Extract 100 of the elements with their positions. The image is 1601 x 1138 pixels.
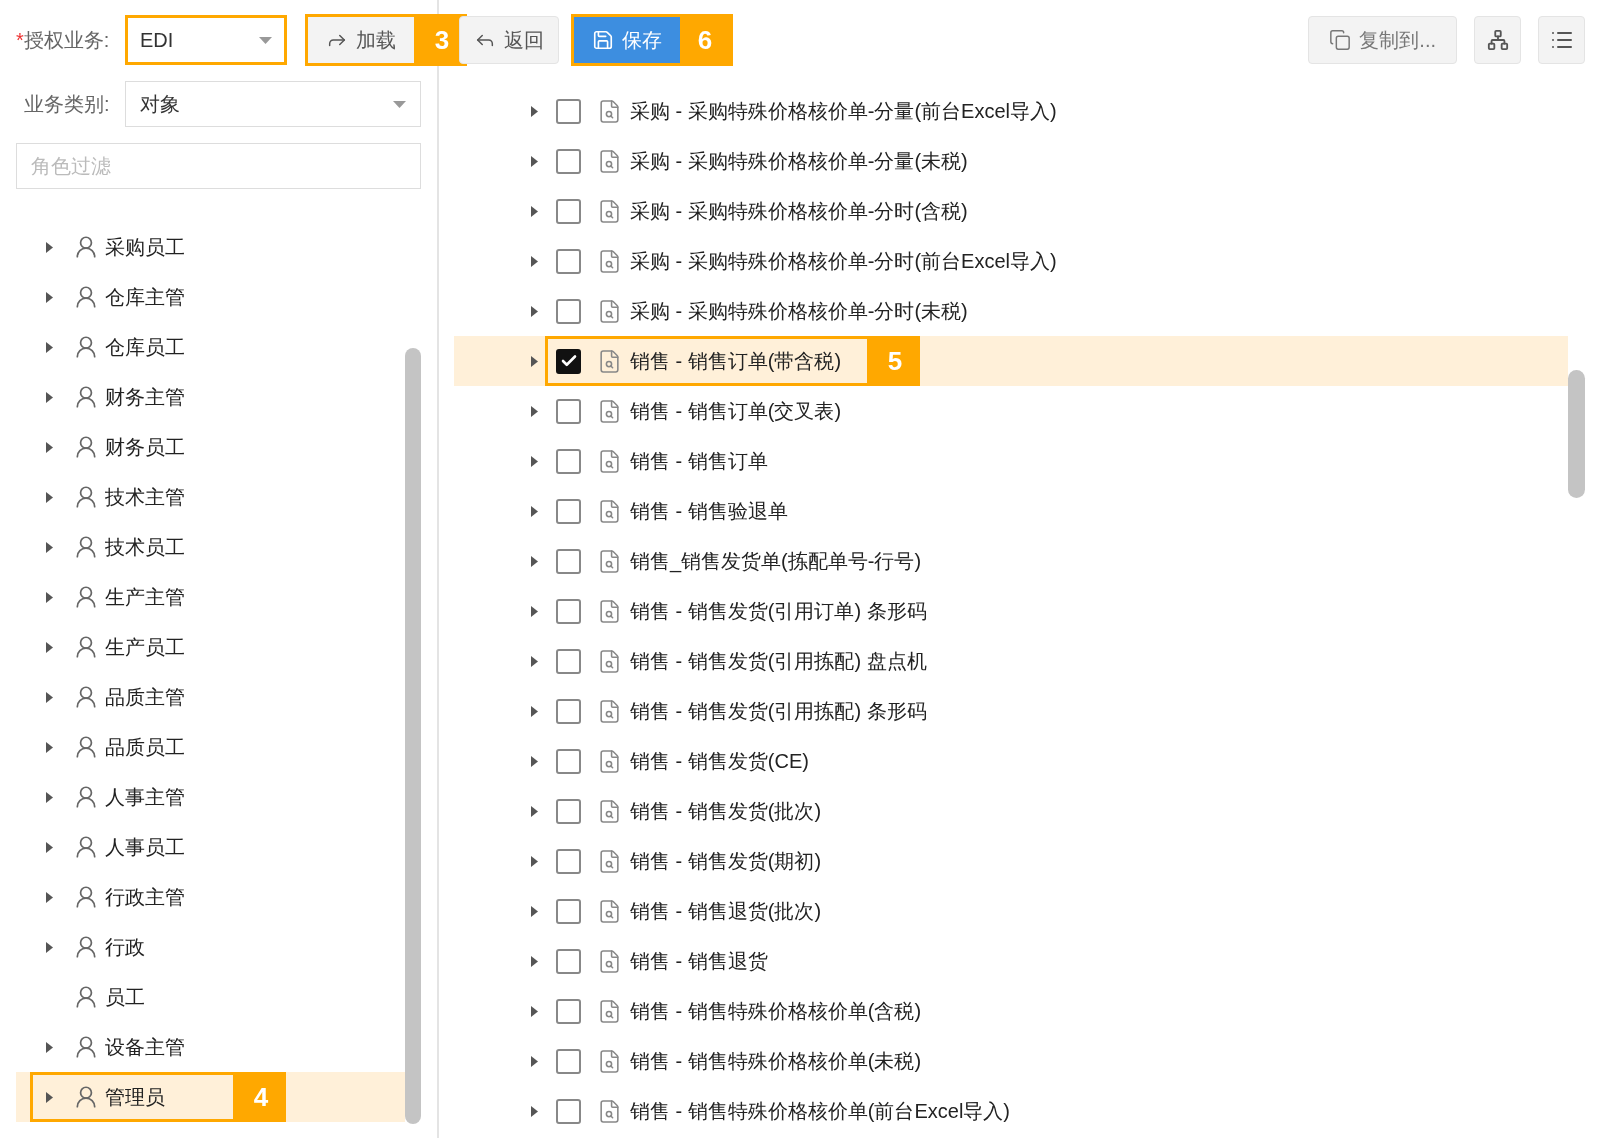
caret-icon[interactable] [531, 1105, 538, 1117]
caret-icon[interactable] [46, 341, 53, 353]
role-row[interactable]: 人事员工 [16, 822, 405, 872]
caret-icon[interactable] [531, 955, 538, 967]
caret-icon[interactable] [46, 891, 53, 903]
object-row[interactable]: 采购 - 采购特殊价格核价单-分量(前台Excel导入) [454, 86, 1568, 136]
role-row[interactable]: 生产员工 [16, 622, 405, 672]
load-button[interactable]: 加载 [305, 14, 417, 66]
checkbox[interactable] [556, 98, 581, 124]
checkbox[interactable] [556, 148, 581, 174]
object-row[interactable]: 销售 - 销售订单(交叉表) [454, 386, 1568, 436]
caret-icon[interactable] [531, 605, 538, 617]
role-row[interactable]: 设备主管 [16, 1022, 405, 1072]
checkbox[interactable] [556, 498, 581, 524]
checkbox[interactable] [556, 898, 581, 924]
checkbox[interactable] [556, 548, 581, 574]
role-row[interactable]: 行政 [16, 922, 405, 972]
object-row[interactable]: 销售 - 销售发货(引用拣配) 条形码 [454, 686, 1568, 736]
object-row[interactable]: 销售 - 销售发货(CE) [454, 736, 1568, 786]
object-row[interactable]: 采购 - 采购特殊价格核价单-分时(含税) [454, 186, 1568, 236]
back-button[interactable]: 返回 [459, 16, 559, 64]
object-row[interactable]: 销售 - 销售退货(批次) [454, 886, 1568, 936]
copy-to-button[interactable]: 复制到... [1308, 16, 1457, 64]
caret-icon[interactable] [531, 105, 538, 117]
object-row[interactable]: 销售 - 销售退货 [454, 936, 1568, 986]
role-row[interactable]: 财务主管 [16, 372, 405, 422]
role-row[interactable]: 人事主管 [16, 772, 405, 822]
role-filter-field[interactable]: 角色过滤 [16, 143, 421, 189]
caret-icon[interactable] [46, 941, 53, 953]
role-row[interactable]: 品质员工 [16, 722, 405, 772]
caret-icon[interactable] [46, 1041, 53, 1053]
object-row[interactable]: 销售_销售发货单(拣配单号-行号) [454, 536, 1568, 586]
caret-icon[interactable] [46, 541, 53, 553]
caret-icon[interactable] [531, 1005, 538, 1017]
scrollbar[interactable] [405, 348, 421, 1124]
checkbox[interactable] [556, 998, 581, 1024]
object-row[interactable]: 销售 - 销售发货(引用订单) 条形码 [454, 586, 1568, 636]
checkbox[interactable] [556, 1048, 581, 1074]
checkbox[interactable] [556, 298, 581, 324]
caret-icon[interactable] [46, 841, 53, 853]
category-select[interactable]: 对象 [125, 81, 421, 127]
checkbox[interactable] [556, 698, 581, 724]
checkbox[interactable] [556, 1098, 581, 1124]
caret-icon[interactable] [531, 805, 538, 817]
role-row[interactable]: 管理员 4 [16, 1072, 405, 1122]
caret-icon[interactable] [46, 491, 53, 503]
object-row[interactable]: 销售 - 销售验退单 [454, 486, 1568, 536]
caret-icon[interactable] [46, 641, 53, 653]
caret-icon[interactable] [46, 441, 53, 453]
caret-icon[interactable] [531, 505, 538, 517]
checkbox[interactable] [556, 198, 581, 224]
role-row[interactable]: 员工 [16, 972, 405, 1022]
object-row[interactable]: 采购 - 采购特殊价格核价单-分时(前台Excel导入) [454, 236, 1568, 286]
object-row[interactable]: 采购 - 采购特殊价格核价单-分量(未税) [454, 136, 1568, 186]
checkbox[interactable] [556, 948, 581, 974]
checkbox[interactable] [556, 748, 581, 774]
role-row[interactable]: 技术主管 [16, 472, 405, 522]
caret-icon[interactable] [531, 305, 538, 317]
caret-icon[interactable] [46, 1091, 53, 1103]
checkbox[interactable] [556, 598, 581, 624]
caret-icon[interactable] [531, 405, 538, 417]
checkbox[interactable] [556, 348, 581, 374]
role-row[interactable]: 采购员工 [16, 222, 405, 272]
caret-icon[interactable] [46, 241, 53, 253]
object-row[interactable]: 销售 - 销售特殊价格核价单(前台Excel导入) [454, 1086, 1568, 1136]
role-row[interactable]: 品质主管 [16, 672, 405, 722]
caret-icon[interactable] [46, 391, 53, 403]
role-row[interactable]: 行政主管 [16, 872, 405, 922]
object-row[interactable]: 销售 - 销售发货(批次) [454, 786, 1568, 836]
caret-icon[interactable] [531, 455, 538, 467]
checkbox[interactable] [556, 448, 581, 474]
caret-icon[interactable] [531, 855, 538, 867]
caret-icon[interactable] [46, 741, 53, 753]
caret-icon[interactable] [531, 905, 538, 917]
object-row[interactable]: 销售 - 销售特殊价格核价单(含税) [454, 986, 1568, 1036]
caret-icon[interactable] [46, 291, 53, 303]
list-view-button[interactable] [1538, 16, 1585, 64]
checkbox[interactable] [556, 648, 581, 674]
caret-icon[interactable] [46, 691, 53, 703]
caret-icon[interactable] [531, 205, 538, 217]
caret-icon[interactable] [531, 555, 538, 567]
role-row[interactable]: 财务员工 [16, 422, 405, 472]
object-row[interactable]: 销售 - 销售订单 [454, 436, 1568, 486]
caret-icon[interactable] [531, 705, 538, 717]
role-row[interactable]: 生产主管 [16, 572, 405, 622]
hierarchy-button[interactable] [1474, 16, 1521, 64]
business-select[interactable]: EDI [125, 15, 287, 65]
object-row[interactable]: 销售 - 销售订单(带含税) 5 [454, 336, 1568, 386]
role-row[interactable]: 仓库主管 [16, 272, 405, 322]
checkbox[interactable] [556, 848, 581, 874]
caret-icon[interactable] [531, 355, 538, 367]
caret-icon[interactable] [531, 1055, 538, 1067]
caret-icon[interactable] [46, 791, 53, 803]
caret-icon[interactable] [531, 755, 538, 767]
scrollbar[interactable] [1568, 370, 1585, 498]
checkbox[interactable] [556, 398, 581, 424]
caret-icon[interactable] [531, 155, 538, 167]
object-row[interactable]: 销售 - 销售发货(引用拣配) 盘点机 [454, 636, 1568, 686]
checkbox[interactable] [556, 798, 581, 824]
object-row[interactable]: 销售 - 销售特殊价格核价单(未税) [454, 1036, 1568, 1086]
